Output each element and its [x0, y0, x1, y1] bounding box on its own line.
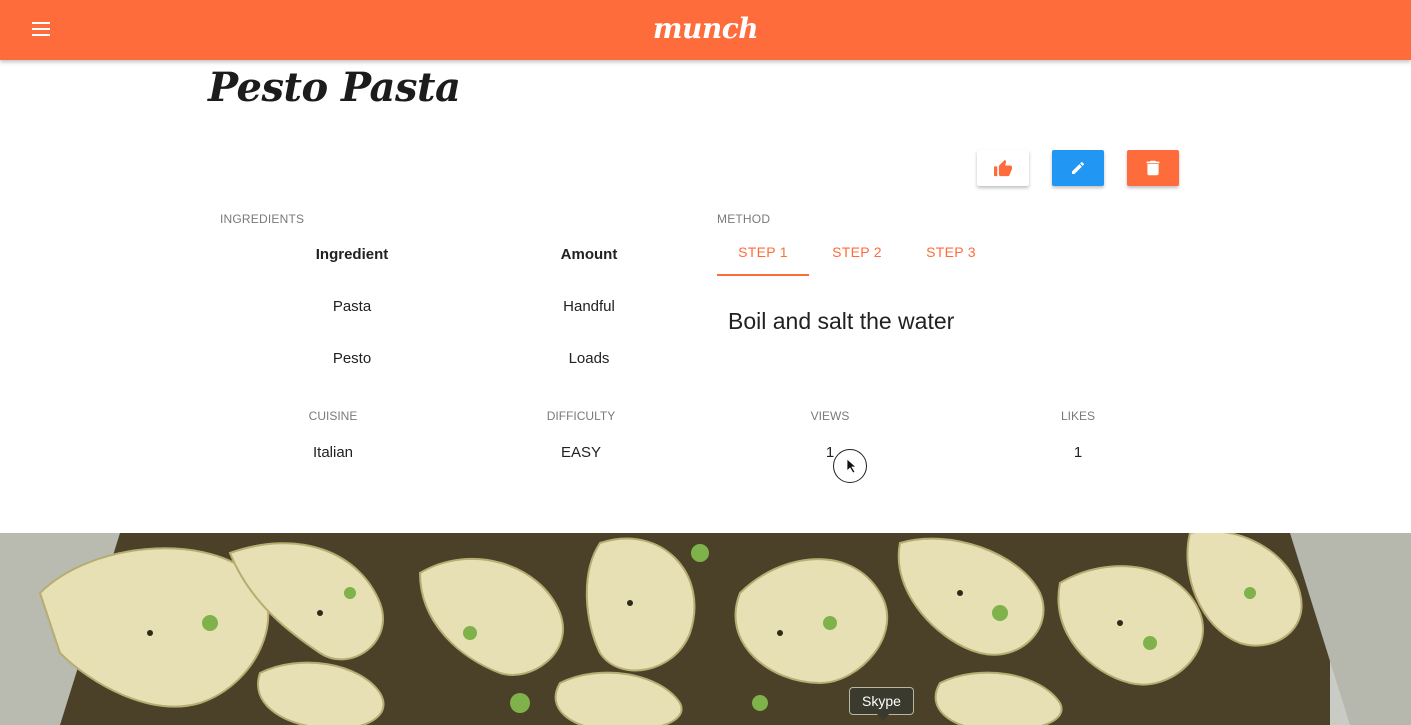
- pasta-illustration: [0, 533, 1411, 725]
- ingredients-caption: INGREDIENTS: [220, 212, 305, 226]
- thumb-up-icon: [994, 159, 1012, 177]
- delete-button[interactable]: [1127, 150, 1179, 186]
- app-logo[interactable]: munch: [0, 12, 1411, 45]
- ingredient-amount: Loads: [568, 350, 610, 367]
- cuisine-label: CUISINE: [308, 409, 358, 423]
- like-button[interactable]: [977, 150, 1029, 186]
- ingredient-name: Pasta: [332, 298, 372, 315]
- tooltip: Skype: [849, 687, 914, 715]
- views-value: 1: [825, 444, 835, 461]
- mouse-cursor: [833, 449, 867, 483]
- trash-icon: [1146, 160, 1160, 176]
- edit-button[interactable]: [1052, 150, 1104, 186]
- arrow-cursor-icon: [846, 458, 858, 474]
- pencil-icon: [1072, 161, 1084, 174]
- method-caption: METHOD: [717, 212, 771, 226]
- likes-label: LIKES: [1060, 409, 1096, 423]
- recipe-photo: [0, 533, 1411, 725]
- step-description: Boil and salt the water: [728, 308, 955, 334]
- tab-step-1[interactable]: STEP 1: [717, 236, 809, 276]
- ingredient-amount: Handful: [563, 298, 615, 315]
- tooltip-arrow: [877, 714, 889, 721]
- page-title: Pesto Pasta: [208, 64, 461, 111]
- difficulty-label: DIFFICULTY: [546, 409, 616, 423]
- app-bar: munch: [0, 0, 1411, 60]
- likes-value: 1: [1073, 444, 1083, 461]
- tab-step-2[interactable]: STEP 2: [811, 236, 903, 276]
- ingredient-column-header: Ingredient: [315, 246, 389, 263]
- ingredient-name: Pesto: [332, 350, 372, 367]
- views-label: VIEWS: [810, 409, 850, 423]
- cuisine-value: Italian: [312, 444, 354, 461]
- amount-column-header: Amount: [560, 246, 618, 263]
- tab-step-3[interactable]: STEP 3: [905, 236, 997, 276]
- difficulty-value: EASY: [560, 444, 602, 461]
